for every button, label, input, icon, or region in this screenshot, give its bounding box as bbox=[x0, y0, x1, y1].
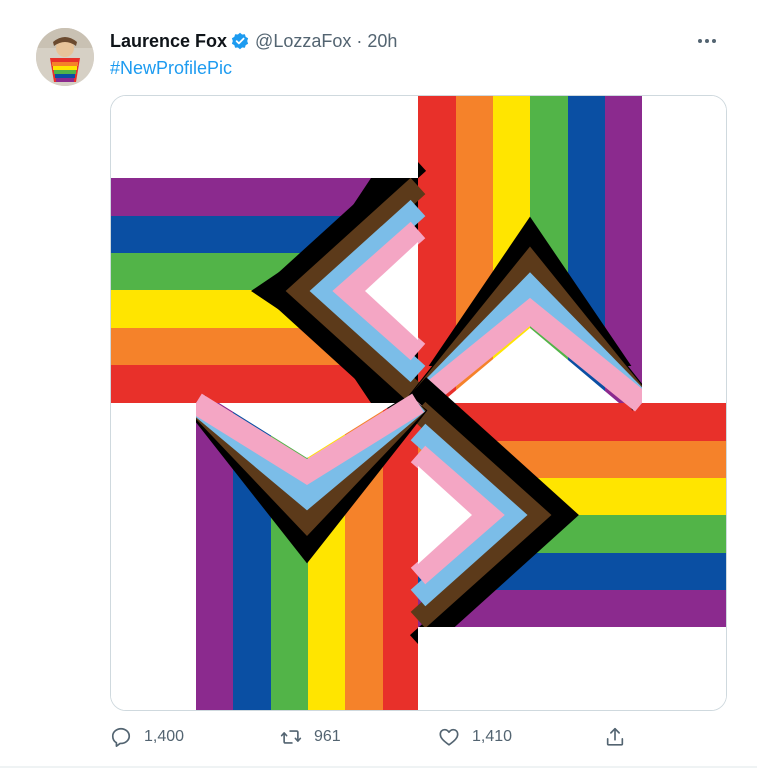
reply-icon bbox=[111, 727, 131, 747]
retweet-button[interactable]: 961 bbox=[280, 726, 341, 748]
like-count: 1,410 bbox=[472, 728, 513, 745]
reply-button[interactable]: 1,400 bbox=[110, 726, 184, 748]
tweet-header: Laurence Fox @LozzaFox · 20h bbox=[110, 30, 397, 52]
hashtag-link[interactable]: #NewProfilePic bbox=[110, 58, 232, 79]
more-icon[interactable] bbox=[695, 30, 719, 52]
reply-count: 1,400 bbox=[144, 728, 185, 745]
retweet-count: 961 bbox=[314, 728, 341, 745]
tweet-media-image[interactable] bbox=[110, 95, 727, 711]
verified-badge-icon bbox=[231, 32, 249, 50]
pride-flag-artwork bbox=[111, 96, 726, 710]
author-handle[interactable]: @LozzaFox bbox=[255, 30, 351, 52]
tweet-actions: 1,400 961 1,410 bbox=[110, 726, 630, 754]
avatar-image bbox=[36, 28, 94, 86]
avatar[interactable] bbox=[36, 28, 94, 86]
like-button[interactable]: 1,410 bbox=[438, 726, 512, 748]
like-icon bbox=[439, 728, 459, 746]
tweet-card[interactable]: Laurence Fox @LozzaFox · 20h #NewProfile… bbox=[0, 0, 757, 768]
tweet-timestamp[interactable]: 20h bbox=[367, 30, 397, 52]
separator-dot: · bbox=[356, 31, 363, 51]
share-button[interactable] bbox=[604, 726, 626, 748]
share-icon bbox=[606, 727, 624, 746]
retweet-icon bbox=[280, 730, 302, 744]
author-name[interactable]: Laurence Fox bbox=[110, 30, 227, 52]
